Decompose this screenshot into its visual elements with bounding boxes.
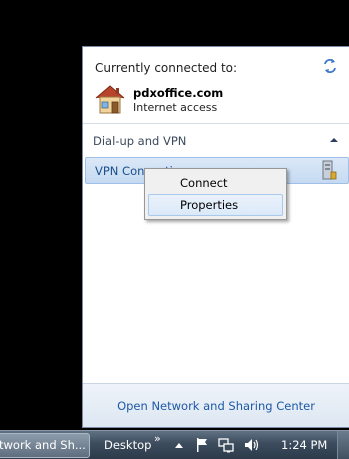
taskbar-button-network-sharing[interactable]: twork and Sh...: [0, 433, 90, 458]
desktop-toolbar[interactable]: Desktop: [104, 438, 151, 452]
speaker-icon[interactable]: [243, 437, 259, 453]
connected-header: Currently connected to:: [95, 61, 238, 75]
network-status: Internet access: [133, 101, 218, 114]
menu-item-properties[interactable]: Properties: [148, 194, 283, 216]
divider: [83, 123, 349, 124]
open-network-sharing-center-link[interactable]: Open Network and Sharing Center: [83, 399, 349, 413]
show-desktop-button[interactable]: [337, 431, 349, 459]
context-menu: Connect Properties: [144, 168, 287, 220]
collapse-chevron-icon[interactable]: [329, 135, 339, 145]
clock[interactable]: 1:24 PM: [281, 438, 327, 452]
toolbar-chevron-icon[interactable]: »: [154, 432, 161, 445]
section-title-dialup-vpn[interactable]: Dial-up and VPN: [93, 134, 186, 148]
network-tray-icon[interactable]: [218, 437, 234, 453]
taskbar: twork and Sh... Desktop » 1:24 PM: [0, 430, 349, 459]
current-network: pdxoffice.com Internet access: [93, 83, 333, 117]
flag-icon[interactable]: [195, 437, 209, 453]
network-flyout: Currently connected to: pdxoffice.com In…: [82, 46, 349, 428]
tray-up-arrow-icon[interactable]: [174, 441, 184, 449]
house-network-icon: [95, 85, 125, 114]
menu-item-connect[interactable]: Connect: [148, 172, 283, 194]
network-name: pdxoffice.com: [133, 86, 224, 100]
flyout-footer: Open Network and Sharing Center: [83, 383, 349, 427]
refresh-icon[interactable]: [321, 57, 339, 75]
vpn-icon: [322, 160, 337, 180]
